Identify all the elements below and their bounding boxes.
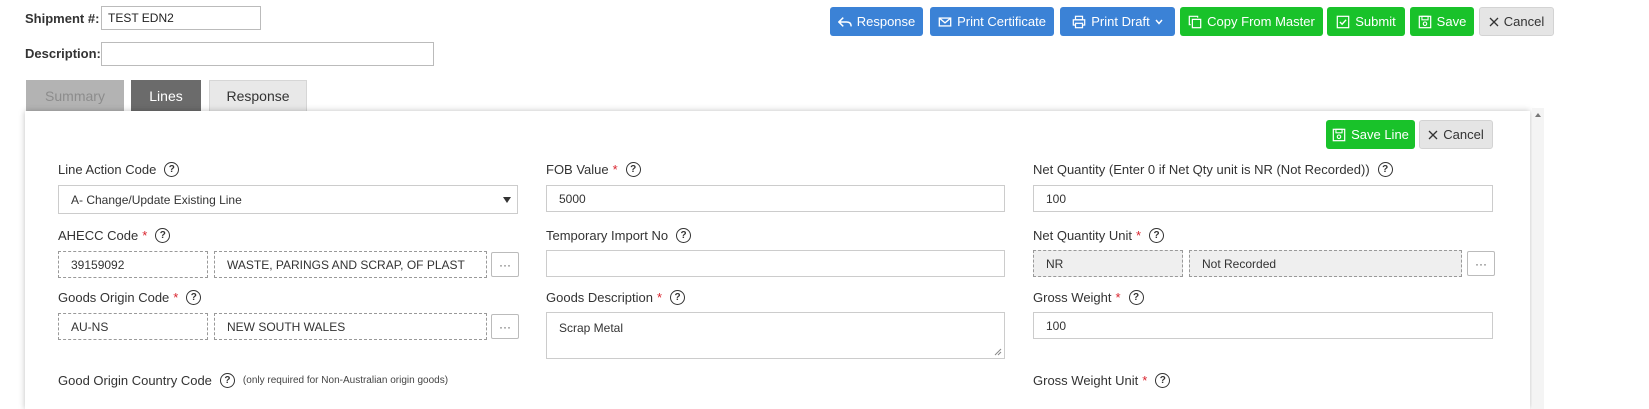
gross-weight-unit-text: Gross Weight Unit	[1033, 373, 1139, 388]
scroll-up-icon[interactable]	[1532, 110, 1544, 120]
response-button-label: Response	[856, 14, 916, 29]
ahecc-code-label: AHECC Code * ?	[58, 228, 171, 243]
line-cancel-button[interactable]: Cancel	[1419, 120, 1493, 149]
save-button[interactable]: Save	[1410, 7, 1474, 36]
fob-value-input[interactable]: 5000	[546, 185, 1005, 212]
required-marker: *	[612, 162, 618, 177]
tab-lines[interactable]: Lines	[131, 80, 201, 112]
copy-from-master-label: Copy From Master	[1207, 14, 1315, 29]
print-certificate-label: Print Certificate	[957, 14, 1046, 29]
fob-value-label: FOB Value * ?	[546, 162, 641, 177]
dropdown-arrow-icon	[503, 197, 511, 203]
gross-weight-input[interactable]: 100	[1033, 312, 1493, 339]
net-quantity-unit-label: Net Quantity Unit * ?	[1033, 228, 1165, 243]
cancel-label: Cancel	[1503, 14, 1545, 29]
gross-weight-label: Gross Weight * ?	[1033, 290, 1144, 305]
origin-country-note: (only required for Non-Australian origin…	[242, 375, 449, 386]
required-marker: *	[656, 290, 663, 305]
print-draft-label: Print Draft	[1091, 14, 1150, 29]
temporary-import-no-text: Temporary Import No	[546, 228, 669, 243]
good-origin-country-code-text: Good Origin Country Code	[58, 373, 212, 388]
close-icon	[1489, 17, 1499, 26]
help-icon[interactable]: ?	[1377, 162, 1393, 177]
copy-icon	[1188, 15, 1202, 28]
save-label: Save	[1436, 14, 1467, 29]
help-icon[interactable]: ?	[219, 373, 235, 388]
save-line-label: Save Line	[1351, 127, 1409, 142]
print-certificate-button[interactable]: Print Certificate	[930, 7, 1054, 36]
submit-label: Submit	[1355, 14, 1396, 29]
chevron-down-icon	[1155, 19, 1163, 25]
help-icon[interactable]: ?	[164, 162, 180, 177]
required-marker: *	[1142, 373, 1148, 388]
close-icon	[1428, 130, 1438, 139]
gross-weight-text: Gross Weight	[1033, 290, 1112, 305]
line-action-code-select[interactable]: A- Change/Update Existing Line	[58, 185, 518, 214]
net-quantity-unit-lookup-button[interactable]: ···	[1467, 251, 1495, 276]
required-marker: *	[1115, 290, 1121, 305]
goods-description-label: Goods Description * ?	[546, 290, 686, 305]
print-draft-button[interactable]: Print Draft	[1060, 7, 1175, 36]
net-quantity-label: Net Quantity (Enter 0 if Net Qty unit is…	[1033, 162, 1393, 177]
net-quantity-input[interactable]: 100	[1033, 185, 1493, 212]
help-icon[interactable]: ?	[1128, 290, 1144, 305]
goods-description-textarea[interactable]: Scrap Metal	[546, 312, 1005, 359]
copy-from-master-button[interactable]: Copy From Master	[1180, 7, 1323, 36]
description-input[interactable]	[101, 42, 434, 66]
tab-response[interactable]: Response	[209, 80, 307, 112]
response-button[interactable]: Response	[830, 7, 923, 36]
line-action-code-label: Line Action Code ?	[58, 162, 180, 177]
fob-value-text: FOB Value	[546, 162, 609, 177]
ahecc-code-text: AHECC Code	[58, 228, 139, 243]
reply-icon	[837, 16, 852, 27]
goods-origin-lookup-button[interactable]: ···	[491, 314, 519, 339]
printer-icon	[1072, 15, 1086, 28]
net-quantity-unit-code[interactable]: NR	[1033, 250, 1183, 277]
goods-origin-code-text: Goods Origin Code	[58, 290, 170, 305]
ahecc-code-input[interactable]: 39159092	[58, 251, 208, 278]
goods-description-text: Goods Description	[546, 290, 653, 305]
ahecc-description-field: WASTE, PARINGS AND SCRAP, OF PLAST	[214, 251, 487, 278]
good-origin-country-code-label: Good Origin Country Code ? (only require…	[58, 373, 448, 388]
cancel-button[interactable]: Cancel	[1479, 7, 1554, 36]
ahecc-lookup-button[interactable]: ···	[491, 252, 519, 277]
line-cancel-label: Cancel	[1443, 127, 1484, 142]
save-line-button[interactable]: Save Line	[1326, 120, 1415, 149]
required-marker: *	[173, 290, 179, 305]
net-quantity-unit-description: Not Recorded	[1189, 250, 1462, 277]
goods-description-value: Scrap Metal	[559, 321, 624, 335]
line-action-code-value: A- Change/Update Existing Line	[71, 192, 242, 207]
save-icon	[1418, 15, 1431, 28]
shipment-label: Shipment #:	[25, 11, 100, 26]
help-icon[interactable]: ?	[1155, 373, 1171, 388]
help-icon[interactable]: ?	[676, 228, 692, 243]
line-action-code-text: Line Action Code	[58, 162, 157, 177]
help-icon[interactable]: ?	[670, 290, 686, 305]
gross-weight-unit-label: Gross Weight Unit * ?	[1033, 373, 1171, 388]
scrollbar[interactable]	[1532, 108, 1544, 409]
temporary-import-no-label: Temporary Import No ?	[546, 228, 692, 243]
required-marker: *	[1136, 228, 1142, 243]
description-label: Description:	[25, 46, 101, 61]
save-icon	[1332, 128, 1346, 141]
net-quantity-unit-text: Net Quantity Unit	[1033, 228, 1132, 243]
help-icon[interactable]: ?	[625, 162, 641, 177]
tab-summary[interactable]: Summary	[26, 80, 124, 112]
net-quantity-text: Net Quantity (Enter 0 if Net Qty unit is…	[1033, 162, 1370, 177]
help-icon[interactable]: ?	[155, 228, 171, 243]
shipment-number-input[interactable]: TEST EDN2	[101, 6, 261, 30]
goods-origin-description-field: NEW SOUTH WALES	[214, 313, 487, 340]
submit-button[interactable]: Submit	[1327, 7, 1405, 36]
required-marker: *	[142, 228, 148, 243]
help-icon[interactable]: ?	[186, 290, 202, 305]
check-square-icon	[1336, 15, 1350, 28]
goods-origin-code-label: Goods Origin Code * ?	[58, 290, 202, 305]
goods-origin-code-input[interactable]: AU-NS	[58, 313, 208, 340]
envelope-icon	[938, 16, 952, 27]
resize-handle-icon[interactable]	[994, 348, 1002, 356]
help-icon[interactable]: ?	[1149, 228, 1165, 243]
temporary-import-no-input[interactable]	[546, 250, 1005, 277]
